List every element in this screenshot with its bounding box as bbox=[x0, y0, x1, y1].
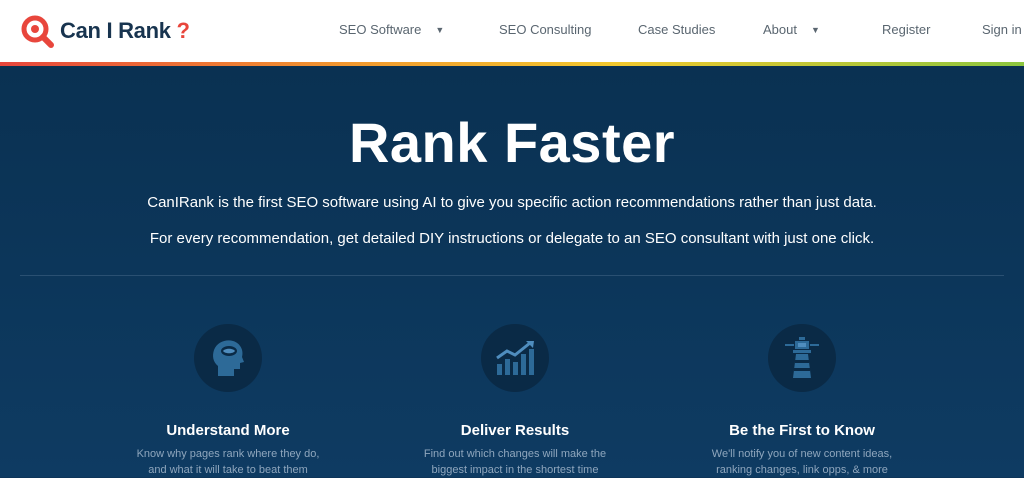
feature-title: Understand More bbox=[166, 422, 290, 439]
hero-divider bbox=[20, 275, 1004, 276]
nav-item-label: About bbox=[763, 22, 797, 37]
feature-title: Deliver Results bbox=[460, 422, 570, 439]
nav-item-label: Case Studies bbox=[638, 22, 716, 37]
lighthouse-icon bbox=[785, 337, 819, 378]
nav-item-label: Register bbox=[882, 22, 931, 37]
hero-section: Rank Faster CanIRank is the first SEO so… bbox=[0, 66, 1024, 477]
caret-down-icon: ▼ bbox=[810, 24, 820, 35]
head-brain-icon bbox=[213, 340, 244, 376]
nav-item-label: SEO Consulting bbox=[499, 22, 592, 37]
nav-item-label: SEO Software bbox=[339, 22, 422, 37]
caret-down-icon: ▼ bbox=[435, 24, 445, 35]
nav-sign-in[interactable]: Sign in bbox=[982, 22, 1022, 37]
logo-question-mark: ? bbox=[176, 18, 190, 43]
nav-seo-software[interactable]: SEO Software ▼ bbox=[339, 22, 444, 37]
feature-icon-circle bbox=[481, 324, 549, 392]
nav-case-studies[interactable]: Case Studies bbox=[638, 22, 715, 37]
growth-chart-icon bbox=[496, 341, 534, 375]
hero-title: Rank Faster bbox=[348, 111, 676, 174]
nav-about[interactable]: About ▼ bbox=[763, 22, 820, 37]
feature-deliver-results: Deliver Results Find out which changes w… bbox=[365, 324, 665, 478]
nav-seo-consulting[interactable]: SEO Consulting bbox=[499, 22, 592, 37]
hero-description-line-1: CanIRank is the first SEO software using… bbox=[147, 194, 877, 211]
feature-description: We'll notify you of new content ideas, r… bbox=[711, 448, 893, 476]
top-navbar: Can I Rank ? SEO Software ▼ SEO Consulti… bbox=[0, 0, 1024, 62]
nav-register[interactable]: Register bbox=[882, 22, 930, 37]
logo-wordmark: Can I Rank bbox=[60, 18, 171, 43]
feature-understand-more: Understand More Know why pages rank wher… bbox=[78, 324, 378, 478]
feature-be-first-to-know: Be the First to Know We'll notify you of… bbox=[652, 324, 952, 478]
feature-description: Know why pages rank where they do, and w… bbox=[136, 448, 320, 476]
feature-icon-circle bbox=[768, 324, 836, 392]
feature-description: Find out which changes will make the big… bbox=[423, 448, 607, 476]
magnifier-logo-icon bbox=[21, 15, 54, 48]
site-logo[interactable]: Can I Rank ? bbox=[20, 14, 190, 48]
feature-title: Be the First to Know bbox=[729, 422, 875, 439]
hero-description-line-2: For every recommendation, get detailed D… bbox=[149, 230, 875, 247]
nav-item-label: Sign in bbox=[982, 22, 1022, 37]
feature-icon-circle bbox=[194, 324, 262, 392]
